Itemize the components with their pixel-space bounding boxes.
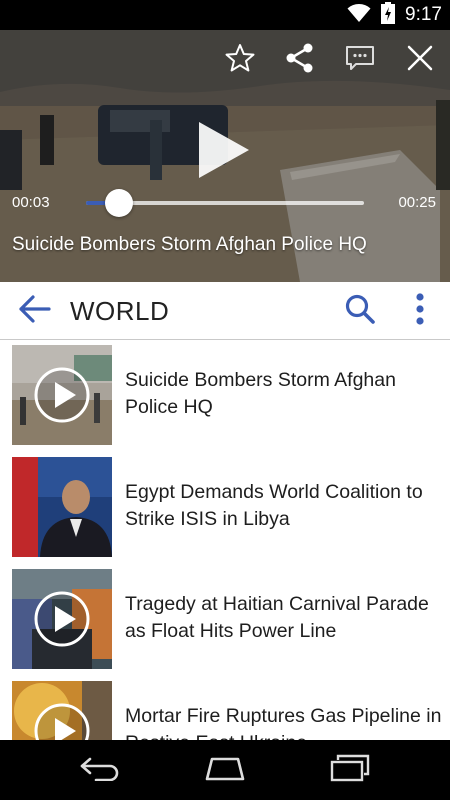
status-time: 9:17	[405, 4, 442, 25]
article-headline: Tragedy at Haitian Carnival Parade as Fl…	[125, 593, 429, 642]
nav-recents-icon	[328, 754, 372, 787]
video-play-icon	[34, 703, 90, 740]
comment-icon	[344, 42, 376, 79]
nav-recents-button[interactable]	[315, 746, 385, 794]
article-thumbnail	[12, 681, 112, 740]
battery-charging-icon	[381, 1, 396, 29]
play-button[interactable]	[193, 120, 253, 180]
comment-button[interactable]	[330, 30, 390, 90]
wifi-icon	[347, 3, 371, 28]
overflow-menu-icon	[415, 292, 425, 331]
article-list: Suicide Bombers Storm Afghan Police HQ E…	[0, 340, 450, 740]
status-bar: 9:17	[0, 0, 450, 30]
section-title: WORLD	[70, 296, 170, 326]
search-button[interactable]	[338, 291, 382, 331]
overflow-menu-button[interactable]	[398, 291, 442, 331]
list-item[interactable]: Suicide Bombers Storm Afghan Police HQ	[0, 340, 450, 452]
article-headline: Mortar Fire Ruptures Gas Pipeline in Res…	[125, 705, 442, 740]
video-player[interactable]: 00:03 00:25 Suicide Bombers Storm Afghan…	[0, 30, 450, 282]
play-icon	[193, 122, 253, 184]
article-thumbnail	[12, 345, 112, 445]
list-item[interactable]: Egypt Demands World Coalition to Strike …	[0, 452, 450, 564]
article-headline: Suicide Bombers Storm Afghan Police HQ	[125, 369, 396, 418]
search-icon	[344, 293, 376, 330]
arrow-back-icon	[17, 294, 51, 329]
star-icon	[224, 42, 256, 79]
share-button[interactable]	[270, 30, 330, 90]
app-bar: WORLD	[0, 282, 450, 340]
video-play-icon	[34, 591, 90, 647]
list-item[interactable]: Mortar Fire Ruptures Gas Pipeline in Res…	[0, 676, 450, 740]
system-nav-bar	[0, 740, 450, 800]
article-thumbnail	[12, 457, 112, 557]
nav-home-icon	[201, 755, 249, 786]
back-button[interactable]	[12, 291, 56, 331]
nav-home-button[interactable]	[190, 746, 260, 794]
video-play-icon	[34, 367, 90, 423]
thumbnail-image	[12, 457, 112, 557]
nav-back-icon	[78, 755, 122, 786]
close-button[interactable]	[390, 30, 450, 90]
share-icon	[284, 42, 316, 79]
duration: 00:25	[398, 194, 436, 211]
article-thumbnail	[12, 569, 112, 669]
current-time: 00:03	[12, 194, 50, 211]
close-icon	[406, 44, 434, 77]
list-item[interactable]: Tragedy at Haitian Carnival Parade as Fl…	[0, 564, 450, 676]
nav-back-button[interactable]	[65, 746, 135, 794]
video-title: Suicide Bombers Storm Afghan Police HQ	[12, 234, 367, 255]
article-headline: Egypt Demands World Coalition to Strike …	[125, 481, 423, 530]
seek-bar[interactable]	[86, 189, 364, 217]
favorite-button[interactable]	[210, 30, 270, 90]
